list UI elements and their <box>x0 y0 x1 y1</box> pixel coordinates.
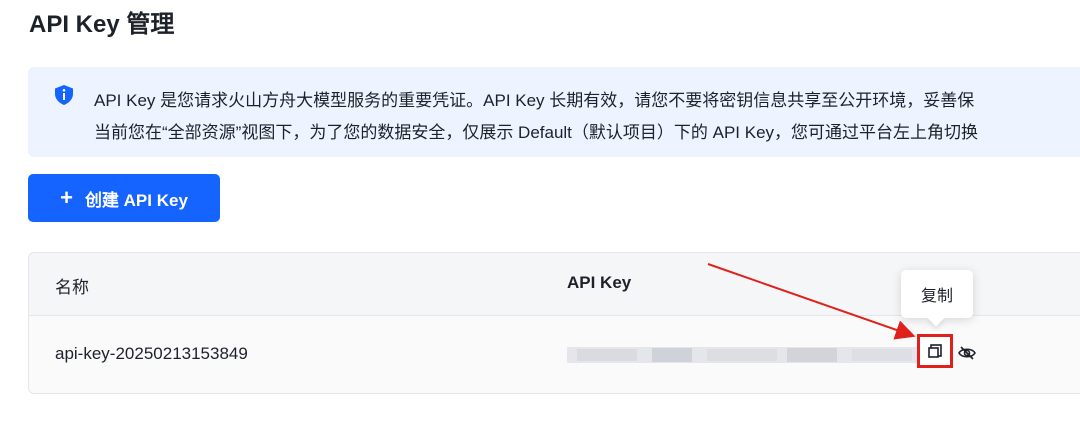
notice-line-1: API Key 是您请求火山方舟大模型服务的重要凭证。API Key 长期有效，… <box>94 91 975 110</box>
column-header-api-key: API Key <box>567 273 632 292</box>
masked-api-key <box>567 347 919 363</box>
eye-hidden-icon[interactable] <box>957 343 977 363</box>
copy-tooltip: 复制 <box>901 270 973 318</box>
notice-line-2: 当前您在“全部资源”视图下，为了您的数据安全，仅展示 Default（默认项目）… <box>94 123 979 142</box>
plus-icon: + <box>60 185 73 210</box>
info-notice: API Key 是您请求火山方舟大模型服务的重要凭证。API Key 长期有效，… <box>28 67 1080 157</box>
copy-button[interactable] <box>917 334 953 368</box>
page-title: API Key 管理 <box>29 11 175 38</box>
table-row: api-key-20250213153849 Pi <box>29 316 1080 393</box>
create-api-key-label: 创建 API Key <box>84 190 188 210</box>
copy-icon <box>928 344 942 358</box>
create-api-key-button[interactable]: + 创建 API Key <box>28 174 220 222</box>
info-shield-icon <box>55 85 73 105</box>
column-header-name: 名称 <box>55 278 89 297</box>
api-key-name: api-key-20250213153849 <box>55 344 248 363</box>
